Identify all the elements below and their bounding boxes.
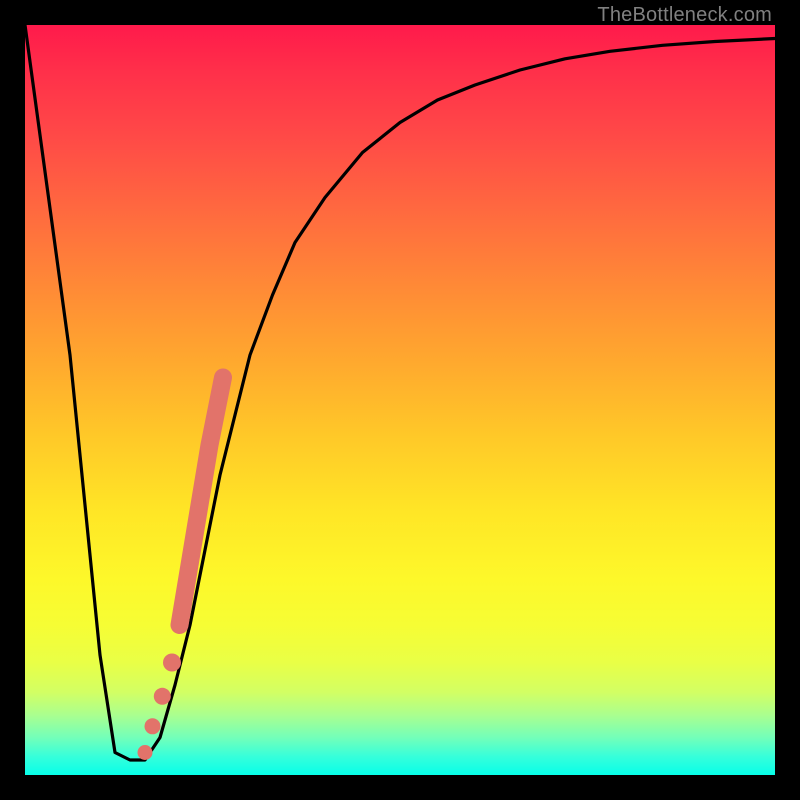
chart-frame: TheBottleneck.com	[0, 0, 800, 800]
marker-dot	[145, 718, 161, 734]
marker-dot	[163, 654, 181, 672]
bottleneck-curve	[25, 25, 775, 760]
chart-overlay	[25, 25, 775, 775]
marker-dot	[138, 745, 153, 760]
highlighted-points	[138, 378, 224, 761]
plot-area	[25, 25, 775, 775]
watermark-text: TheBottleneck.com	[597, 4, 772, 27]
marker-segment	[180, 378, 224, 626]
marker-dot	[154, 688, 171, 705]
